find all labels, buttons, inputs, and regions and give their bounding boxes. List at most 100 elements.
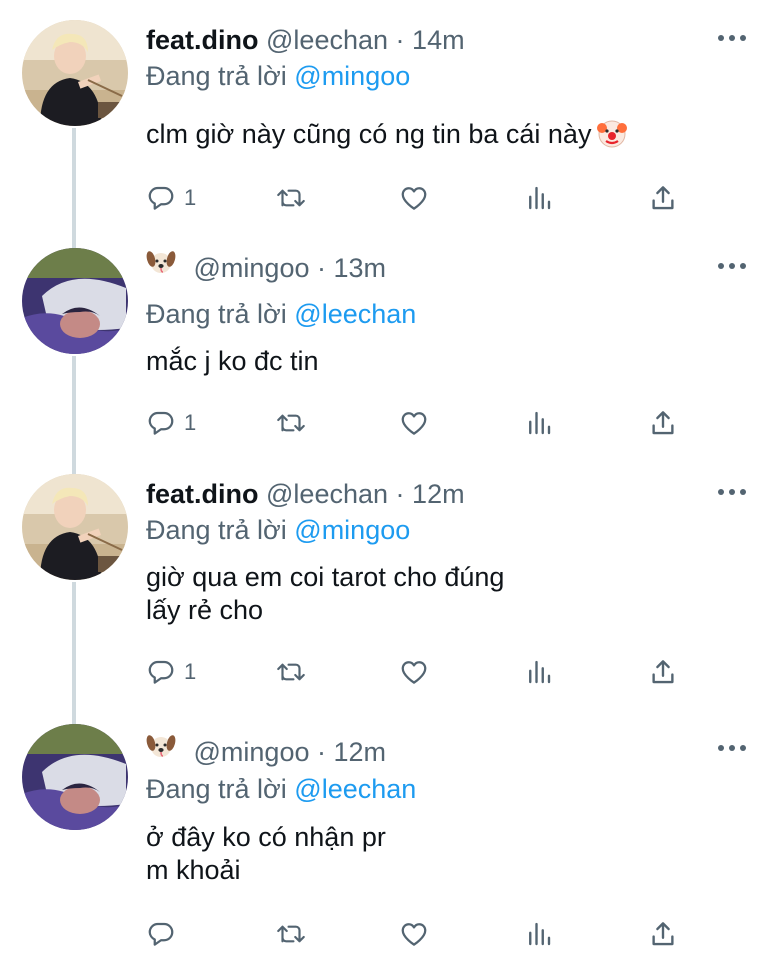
separator-dot: · xyxy=(317,253,326,283)
share-button[interactable] xyxy=(648,403,678,443)
retweet-button[interactable] xyxy=(274,914,308,954)
more-icon[interactable] xyxy=(716,256,748,276)
reply-button[interactable]: 1 xyxy=(146,403,196,443)
reply-button[interactable] xyxy=(146,914,184,954)
avatar[interactable] xyxy=(22,474,128,580)
reply-button[interactable]: 1 xyxy=(146,652,196,692)
tweet[interactable]: @mingoo · 12m Đang trả lời @leechan ở đâ… xyxy=(0,704,774,960)
user-handle[interactable]: @leechan xyxy=(266,25,388,55)
share-button[interactable] xyxy=(648,914,678,954)
heart-icon xyxy=(401,923,427,946)
reply-button[interactable]: 1 xyxy=(146,178,196,218)
replying-to: Đang trả lời @leechan xyxy=(146,771,416,807)
reply-icon xyxy=(148,660,174,684)
tweet-text-line: giờ qua em coi tarot cho đúng xyxy=(146,562,505,592)
reply-icon xyxy=(148,411,174,435)
sleeping-person-avatar xyxy=(22,248,128,354)
views-button[interactable] xyxy=(524,403,554,443)
views-button[interactable] xyxy=(524,914,554,954)
user-handle[interactable]: @mingoo xyxy=(194,253,310,283)
share-button[interactable] xyxy=(648,178,678,218)
tweet[interactable]: feat.dino @leechan · 14m Đang trả lời @m… xyxy=(0,0,774,228)
like-button[interactable] xyxy=(398,403,430,443)
like-button[interactable] xyxy=(398,178,430,218)
views-button[interactable] xyxy=(524,178,554,218)
mention-link[interactable]: @leechan xyxy=(294,774,416,804)
separator-dot: · xyxy=(395,25,405,55)
more-icon[interactable] xyxy=(716,28,748,48)
man-photo-avatar xyxy=(22,20,128,126)
tweet-text-line: clm giờ này cũng có ng tin ba cái này xyxy=(146,119,592,149)
replying-to-label: Đang trả lời xyxy=(146,299,287,329)
views-icon xyxy=(529,186,551,210)
avatar[interactable] xyxy=(22,248,128,354)
share-icon xyxy=(652,411,674,435)
tweet-actions xyxy=(146,914,706,954)
display-name[interactable]: feat.dino xyxy=(146,479,259,509)
like-button[interactable] xyxy=(398,914,430,954)
retweet-button[interactable] xyxy=(274,403,308,443)
timestamp[interactable]: 12m xyxy=(412,479,465,509)
timestamp[interactable]: 12m xyxy=(334,737,387,767)
mention-link[interactable]: @mingoo xyxy=(294,515,410,545)
replying-to: Đang trả lời @mingoo xyxy=(146,58,410,94)
reply-count: 1 xyxy=(184,410,197,435)
tweet-text-line: m khoải xyxy=(146,855,241,885)
timestamp[interactable]: 14m xyxy=(412,25,465,55)
tweet-text: giờ qua em coi tarot cho đúng lấy rẻ cho xyxy=(146,561,504,627)
tweet-text: mắc j ko đc tin xyxy=(146,345,319,378)
replying-to: Đang trả lời @mingoo xyxy=(146,512,410,548)
share-icon xyxy=(652,186,674,210)
mention-link[interactable]: @mingoo xyxy=(294,61,410,91)
tweet[interactable]: feat.dino @leechan · 12m Đang trả lời @m… xyxy=(0,454,774,704)
retweet-icon xyxy=(277,663,305,681)
reply-icon xyxy=(148,922,174,946)
reply-count: 1 xyxy=(184,659,197,684)
replying-to: Đang trả lời @leechan xyxy=(146,296,416,332)
tweet-header: @mingoo · 12m xyxy=(146,734,386,770)
display-name[interactable]: feat.dino xyxy=(146,25,259,55)
tweet-text: clm giờ này cũng có ng tin ba cái này xyxy=(146,118,628,157)
tweet[interactable]: @mingoo · 13m Đang trả lời @leechan mắc … xyxy=(0,228,774,454)
heart-icon xyxy=(401,187,427,210)
heart-icon xyxy=(401,412,427,435)
dog-face-icon xyxy=(146,248,176,285)
retweet-button[interactable] xyxy=(274,178,308,218)
tweet-actions: 1 xyxy=(146,652,706,692)
tweet-actions: 1 xyxy=(146,403,706,443)
tweet-actions: 1 xyxy=(146,178,706,218)
share-icon xyxy=(652,922,674,946)
retweet-button[interactable] xyxy=(274,652,308,692)
retweet-icon xyxy=(277,925,305,943)
avatar[interactable] xyxy=(22,20,128,126)
share-icon xyxy=(652,660,674,684)
tweet-header: feat.dino @leechan · 14m xyxy=(146,22,465,58)
share-button[interactable] xyxy=(648,652,678,692)
tweet-header: @mingoo · 13m xyxy=(146,250,386,286)
more-icon[interactable] xyxy=(716,738,748,758)
separator-dot: · xyxy=(395,479,405,509)
like-button[interactable] xyxy=(398,652,430,692)
replying-to-label: Đang trả lời xyxy=(146,515,287,545)
tweet-text-line: lấy rẻ cho xyxy=(146,595,264,625)
avatar[interactable] xyxy=(22,724,128,830)
separator-dot: · xyxy=(317,737,326,767)
reply-icon xyxy=(148,186,174,210)
user-handle[interactable]: @leechan xyxy=(266,479,388,509)
views-icon xyxy=(529,660,551,684)
clown-face-icon xyxy=(597,119,628,157)
views-icon xyxy=(529,922,551,946)
tweet-text-line: mắc j ko đc tin xyxy=(146,346,319,376)
retweet-icon xyxy=(277,189,305,207)
user-handle[interactable]: @mingoo xyxy=(194,737,310,767)
tweet-header: feat.dino @leechan · 12m xyxy=(146,476,465,512)
views-button[interactable] xyxy=(524,652,554,692)
heart-icon xyxy=(401,661,427,684)
replying-to-label: Đang trả lời xyxy=(146,774,287,804)
mention-link[interactable]: @leechan xyxy=(294,299,416,329)
views-icon xyxy=(529,411,551,435)
more-icon[interactable] xyxy=(716,482,748,502)
timestamp[interactable]: 13m xyxy=(334,253,387,283)
retweet-icon xyxy=(277,414,305,432)
man-photo-avatar xyxy=(22,474,128,580)
